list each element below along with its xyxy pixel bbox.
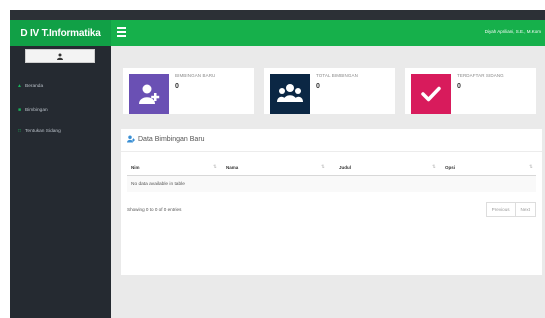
main-content: BIMBINGAN BARU 0 TOTAL BIMBINGAN 0 TERDA… xyxy=(111,46,545,318)
user-icon xyxy=(57,53,63,60)
stat-label: TERDAFTAR SIDANG xyxy=(457,73,504,78)
stat-label: BIMBINGAN BARU xyxy=(175,73,216,78)
calendar-icon: □ xyxy=(17,128,22,134)
stat-card-total-bimbingan: TOTAL BIMBINGAN 0 xyxy=(264,68,395,114)
users-icon xyxy=(270,74,310,114)
table-empty-row: No data available in table xyxy=(127,176,536,192)
column-header-nim[interactable]: Nim xyxy=(131,159,140,175)
column-header-judul[interactable]: Judul xyxy=(339,159,351,175)
user-menu[interactable]: Diyah Apriliani, S.E., M.Kom xyxy=(485,29,541,34)
menu-toggle-icon[interactable] xyxy=(117,27,126,39)
next-page-button[interactable]: Next xyxy=(515,202,536,217)
table-header: Nim ⇅ Nama ⇅ Judul ⇅ Opsi ⇅ xyxy=(127,159,536,175)
sidebar-item-bimbingan[interactable]: ■ Bimbingan xyxy=(17,107,48,113)
panel-header: Data Bimbingan Baru xyxy=(127,135,205,143)
sidebar-item-tentukan-sidang[interactable]: □ Tentukan Sidang xyxy=(17,128,61,134)
previous-page-button[interactable]: Previous xyxy=(485,202,516,217)
home-icon: ▲ xyxy=(17,83,22,89)
data-bimbingan-panel: Data Bimbingan Baru Nim ⇅ Nama ⇅ Judul ⇅… xyxy=(121,129,542,275)
sidebar: ▲ Beranda ■ Bimbingan □ Tentukan Sidang xyxy=(10,46,111,318)
brand-logo[interactable]: D IV T.Informatika xyxy=(10,20,111,46)
sort-icon[interactable]: ⇅ xyxy=(432,159,436,175)
stat-label: TOTAL BIMBINGAN xyxy=(316,73,358,78)
table-info: Showing 0 to 0 of 0 entries xyxy=(127,207,182,212)
sort-icon[interactable]: ⇅ xyxy=(321,159,325,175)
panel-title: Data Bimbingan Baru xyxy=(138,135,205,143)
column-header-nama[interactable]: Nama xyxy=(226,159,238,175)
user-plus-icon xyxy=(129,74,169,114)
column-header-opsi[interactable]: Opsi xyxy=(445,159,455,175)
book-icon: ■ xyxy=(17,107,22,113)
stat-value: 0 xyxy=(457,83,461,90)
stat-value: 0 xyxy=(316,83,320,90)
user-add-icon xyxy=(127,135,135,143)
panel-divider xyxy=(121,151,542,152)
sidebar-item-label: Tentukan Sidang xyxy=(25,128,61,134)
pagination: Previous Next xyxy=(485,202,536,217)
sort-icon[interactable]: ⇅ xyxy=(213,159,217,175)
sidebar-item-label: Beranda xyxy=(25,83,44,89)
sidebar-item-beranda[interactable]: ▲ Beranda xyxy=(17,83,43,89)
sidebar-item-label: Bimbingan xyxy=(25,107,48,113)
window-top-strip xyxy=(10,10,545,20)
check-icon xyxy=(411,74,451,114)
stat-card-bimbingan-baru: BIMBINGAN BARU 0 xyxy=(123,68,254,114)
user-panel[interactable] xyxy=(25,49,95,63)
stat-card-terdaftar-sidang: TERDAFTAR SIDANG 0 xyxy=(405,68,536,114)
top-navbar: Diyah Apriliani, S.E., M.Kom xyxy=(111,20,545,46)
stat-value: 0 xyxy=(175,83,179,90)
sort-icon[interactable]: ⇅ xyxy=(529,159,533,175)
